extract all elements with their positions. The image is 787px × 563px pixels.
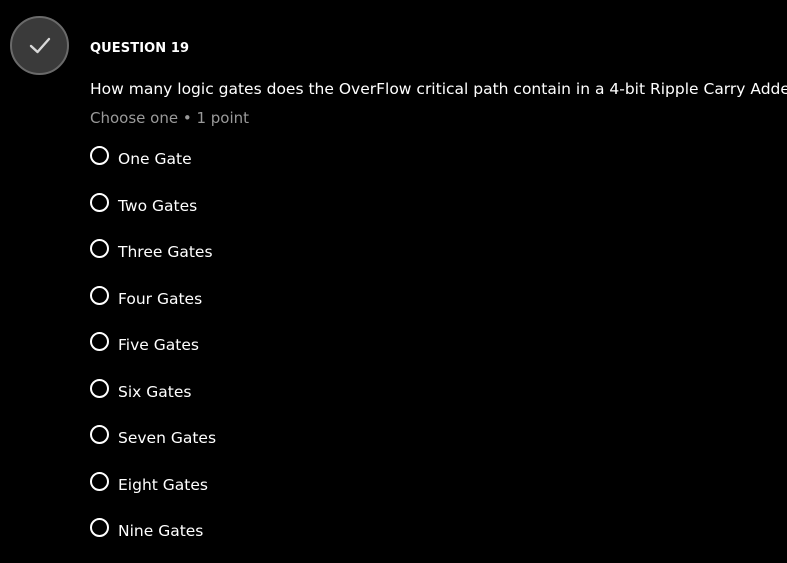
question-meta: Choose one • 1 point <box>90 109 250 127</box>
option-label: Nine Gates <box>118 522 204 540</box>
option-eight-gates[interactable]: Eight Gates <box>90 470 390 517</box>
option-six-gates[interactable]: Six Gates <box>90 377 390 424</box>
option-two-gates[interactable]: Two Gates <box>90 191 390 238</box>
radio-button[interactable] <box>90 332 109 351</box>
radio-button[interactable] <box>90 471 109 491</box>
option-label: Eight Gates <box>118 475 208 494</box>
radio-button[interactable] <box>90 518 109 537</box>
radio-button[interactable] <box>90 285 109 305</box>
option-label: One Gate <box>118 150 192 168</box>
option-label: Six Gates <box>118 382 192 401</box>
option-three-gates[interactable]: Three Gates <box>90 237 390 284</box>
option-label: Three Gates <box>118 243 213 261</box>
option-five-gates[interactable]: Five Gates <box>90 330 390 377</box>
answered-status-badge <box>10 16 69 75</box>
radio-button[interactable] <box>90 378 109 398</box>
radio-button[interactable] <box>90 146 109 165</box>
option-nine-gates[interactable]: Nine Gates <box>90 516 390 563</box>
option-label: Two Gates <box>118 196 198 215</box>
option-label: Seven Gates <box>118 429 217 447</box>
answer-options: One Gate Two Gates Three Gates Four Gate… <box>90 144 390 563</box>
radio-button[interactable] <box>90 239 109 258</box>
option-seven-gates[interactable]: Seven Gates <box>90 423 390 470</box>
question-number: QUESTION 19 <box>90 41 190 56</box>
option-four-gates[interactable]: Four Gates <box>90 284 390 331</box>
question-text: How many logic gates does the OverFlow c… <box>90 80 787 98</box>
check-icon <box>29 37 51 54</box>
radio-button[interactable] <box>90 425 109 444</box>
option-label: Four Gates <box>118 289 203 308</box>
question-card: QUESTION 19 How many logic gates does th… <box>0 0 787 563</box>
option-label: Five Gates <box>118 336 199 354</box>
option-one-gate[interactable]: One Gate <box>90 144 390 191</box>
radio-button[interactable] <box>90 192 109 212</box>
